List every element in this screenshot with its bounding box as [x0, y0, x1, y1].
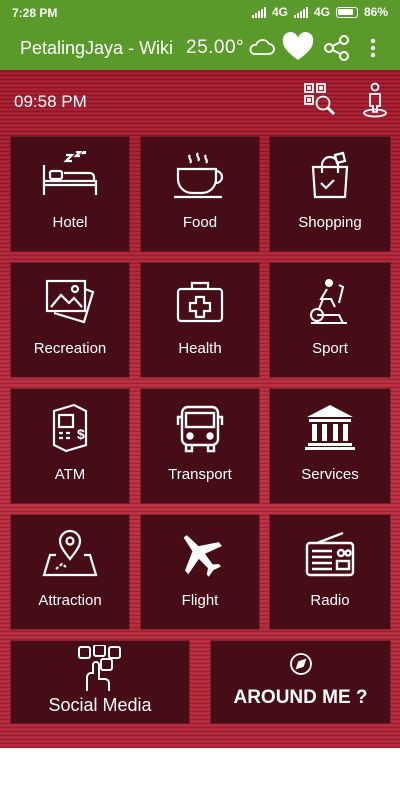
- tile-shopping[interactable]: Shopping: [270, 137, 390, 251]
- tile-label: Flight: [181, 592, 219, 609]
- network-type-1: 4G: [271, 5, 288, 19]
- status-time: 7:28 PM: [12, 6, 58, 20]
- heart-icon[interactable]: [281, 32, 315, 69]
- tile-atm[interactable]: $ ATM: [11, 389, 129, 503]
- network-type-2: 4G: [313, 5, 330, 19]
- tile-label: Hotel: [52, 214, 88, 231]
- battery-icon: [335, 6, 358, 18]
- tile-label: Transport: [168, 466, 232, 483]
- main-panel: 09:58 PM Hotel Food Shopping Recreation …: [0, 70, 400, 748]
- svg-text:$: $: [77, 426, 85, 442]
- airplane-icon: [174, 529, 226, 581]
- tile-label: Attraction: [38, 592, 102, 609]
- compass-icon: [288, 651, 314, 677]
- tile-health[interactable]: Health: [141, 263, 259, 377]
- clock: 09:58 PM: [14, 92, 87, 111]
- signal-icon: [293, 6, 308, 18]
- tile-hotel[interactable]: Hotel: [11, 137, 129, 251]
- bus-icon: [174, 403, 226, 455]
- tile-label: Recreation: [33, 340, 107, 357]
- tile-transport[interactable]: Transport: [141, 389, 259, 503]
- radio-icon: [303, 529, 357, 581]
- cloud-icon[interactable]: [246, 32, 278, 69]
- qr-search-icon[interactable]: [300, 80, 340, 125]
- tile-social-media[interactable]: Social Media: [11, 641, 189, 723]
- tile-label: Health: [178, 340, 222, 357]
- tile-label: Services: [301, 466, 359, 483]
- tile-label: ATM: [54, 466, 86, 483]
- exercise-bike-icon: [305, 277, 355, 329]
- signal-icon: [251, 6, 266, 18]
- picture-icon: [43, 277, 97, 329]
- tile-attraction[interactable]: Attraction: [11, 515, 129, 629]
- battery-level: 86%: [363, 5, 388, 19]
- temperature: 25.00°: [186, 37, 245, 58]
- medical-kit-icon: [174, 277, 226, 329]
- app-bar-actions: [246, 32, 378, 69]
- coffee-cup-icon: [170, 151, 230, 203]
- tile-around-me[interactable]: AROUND ME ?: [211, 641, 390, 723]
- status-indicators: 4G 4G 86%: [251, 5, 388, 19]
- tile-label: Radio: [310, 592, 350, 609]
- tile-label: Social Media: [48, 695, 152, 715]
- social-media-icon: [73, 644, 127, 693]
- shopping-bag-icon: [305, 151, 355, 203]
- map-pin-icon: [42, 529, 98, 581]
- status-bar: 7:28 PM 4G 4G 86%: [0, 0, 400, 26]
- bed-icon: [38, 148, 102, 203]
- tile-services[interactable]: Services: [270, 389, 390, 503]
- tile-recreation[interactable]: Recreation: [11, 263, 129, 377]
- tile-radio[interactable]: Radio: [270, 515, 390, 629]
- tile-flight[interactable]: Flight: [141, 515, 259, 629]
- tile-label: Food: [182, 214, 218, 231]
- tile-label: AROUND ME ?: [233, 687, 368, 708]
- share-icon[interactable]: [322, 32, 352, 69]
- bottom-blank-area: [0, 748, 400, 800]
- tile-sport[interactable]: Sport: [270, 263, 390, 377]
- bank-icon: [303, 403, 357, 455]
- tile-label: Shopping: [298, 214, 362, 231]
- atm-icon: $: [48, 403, 92, 455]
- more-vert-icon[interactable]: [368, 32, 378, 69]
- tile-label: Sport: [312, 340, 348, 357]
- person-location-icon[interactable]: [356, 80, 394, 125]
- app-title: PetalingJaya - Wiki: [20, 38, 174, 58]
- tile-food[interactable]: Food: [141, 137, 259, 251]
- app-bar: PetalingJaya - Wiki 25.00°: [0, 26, 400, 70]
